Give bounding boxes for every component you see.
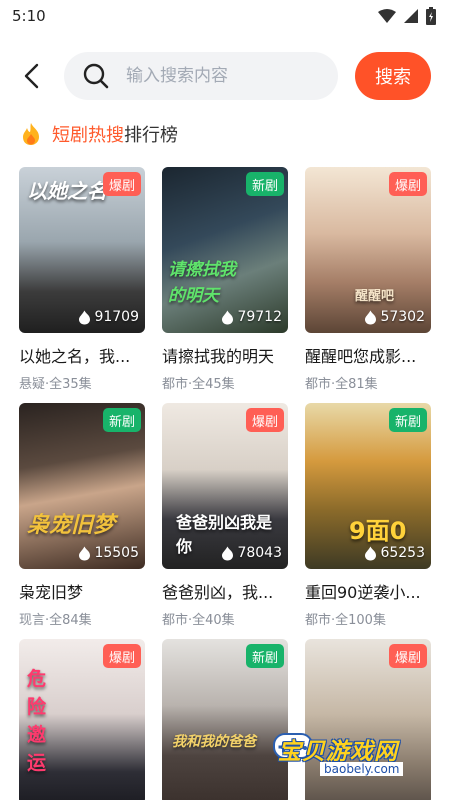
badge: 新剧: [245, 644, 284, 668]
chevron-left-icon: [24, 63, 39, 89]
poster-title-art: 以她之名: [27, 179, 107, 203]
drama-poster[interactable]: 9面0 新剧 65253: [305, 403, 431, 569]
drama-card[interactable]: 以她之名 爆剧 91709 以她之名，我... 悬疑·全35集: [19, 167, 145, 392]
badge: 爆剧: [388, 172, 427, 196]
drama-meta: 都市·全100集: [305, 613, 386, 628]
status-time: 5:10: [12, 7, 46, 25]
badge: 爆剧: [102, 172, 141, 196]
search-input[interactable]: [126, 66, 296, 86]
ranking-title-rest: 排行榜: [124, 125, 178, 146]
poster-title-art: 危险邀运: [27, 668, 47, 774]
drama-name: 以她之名，我...: [19, 347, 131, 366]
poster-title-art: 9面0: [349, 517, 407, 545]
battery-icon: [426, 7, 436, 25]
poster-title-art: 我和我的爸爸: [172, 734, 256, 750]
badge: 爆剧: [245, 408, 284, 432]
drama-name: 爸爸别凶，我...: [162, 583, 274, 602]
drama-meta: 都市·全40集: [162, 613, 235, 628]
flame-small-icon: [222, 546, 234, 560]
drama-name: 重回90逆袭小...: [305, 583, 421, 602]
status-bar: 5:10: [0, 0, 450, 32]
drama-card[interactable]: 9面0 新剧 65253 重回90逆袭小... 都市·全100集: [305, 403, 431, 628]
drama-poster[interactable]: 以她之名 爆剧 91709: [19, 167, 145, 333]
status-icons: [378, 7, 436, 25]
ranking-title-hot: 短剧热搜: [52, 125, 124, 146]
badge: 新剧: [102, 408, 141, 432]
view-count: 57302: [364, 309, 425, 325]
badge: 爆剧: [102, 644, 141, 668]
flame-icon: [20, 122, 44, 146]
view-count-value: 65253: [380, 545, 425, 561]
view-count: 79712: [221, 309, 282, 325]
drama-card[interactable]: 请擦拭我的明天 新剧 79712 请擦拭我的明天 都市·全45集: [162, 167, 288, 392]
drama-meta: 现言·全84集: [19, 613, 92, 628]
view-count-value: 79712: [237, 309, 282, 325]
signal-icon: [404, 9, 418, 23]
search-header: 搜索: [0, 48, 450, 104]
drama-card[interactable]: 醒醒吧 爆剧 57302 醒醒吧您成影... 都市·全81集: [305, 167, 431, 392]
badge: 爆剧: [388, 644, 427, 668]
view-count: 15505: [78, 545, 139, 561]
drama-poster[interactable]: 醒醒吧 爆剧 57302: [305, 167, 431, 333]
wifi-icon: [378, 9, 396, 23]
view-count-value: 57302: [380, 309, 425, 325]
watermark-domain: baobely.com: [320, 762, 404, 776]
ranking-title: 短剧热搜 排行榜: [20, 120, 178, 148]
flame-small-icon: [79, 546, 91, 560]
watermark-text: 宝贝游戏网: [278, 739, 398, 765]
drama-card[interactable]: 枭宠旧梦 新剧 15505 枭宠旧梦 现言·全84集: [19, 403, 145, 628]
view-count-value: 78043: [237, 545, 282, 561]
drama-poster[interactable]: 危险邀运 爆剧: [19, 639, 145, 800]
drama-name: 枭宠旧梦: [19, 583, 84, 602]
poster-title-art: 请擦拭我的明天: [168, 260, 236, 306]
drama-meta: 都市·全81集: [305, 377, 378, 392]
drama-meta: 悬疑·全35集: [19, 377, 92, 392]
view-count-value: 91709: [94, 309, 139, 325]
poster-title-art: 醒醒吧: [355, 289, 395, 304]
poster-title-art: 枭宠旧梦: [27, 513, 116, 538]
view-count-value: 15505: [94, 545, 139, 561]
view-count: 65253: [364, 545, 425, 561]
drama-poster[interactable]: 爸爸别凶我是你 爆剧 78043: [162, 403, 288, 569]
flame-small-icon: [222, 310, 234, 324]
flame-small-icon: [365, 546, 377, 560]
flame-small-icon: [365, 310, 377, 324]
search-icon: [82, 62, 110, 90]
search-button[interactable]: 搜索: [355, 52, 431, 100]
badge: 新剧: [245, 172, 284, 196]
drama-poster[interactable]: 枭宠旧梦 新剧 15505: [19, 403, 145, 569]
drama-name: 请擦拭我的明天: [162, 347, 275, 366]
view-count: 78043: [221, 545, 282, 561]
search-box[interactable]: [64, 52, 338, 100]
watermark: 宝贝游戏网 baobely.com: [270, 728, 430, 786]
drama-poster[interactable]: 请擦拭我的明天 新剧 79712: [162, 167, 288, 333]
back-button[interactable]: [16, 60, 48, 92]
badge: 新剧: [388, 408, 427, 432]
view-count: 91709: [78, 309, 139, 325]
drama-card[interactable]: 爸爸别凶我是你 爆剧 78043 爸爸别凶，我... 都市·全40集: [162, 403, 288, 628]
flame-small-icon: [79, 310, 91, 324]
drama-card[interactable]: 危险邀运 爆剧: [19, 639, 145, 800]
drama-meta: 都市·全45集: [162, 377, 235, 392]
drama-name: 醒醒吧您成影...: [305, 347, 417, 366]
